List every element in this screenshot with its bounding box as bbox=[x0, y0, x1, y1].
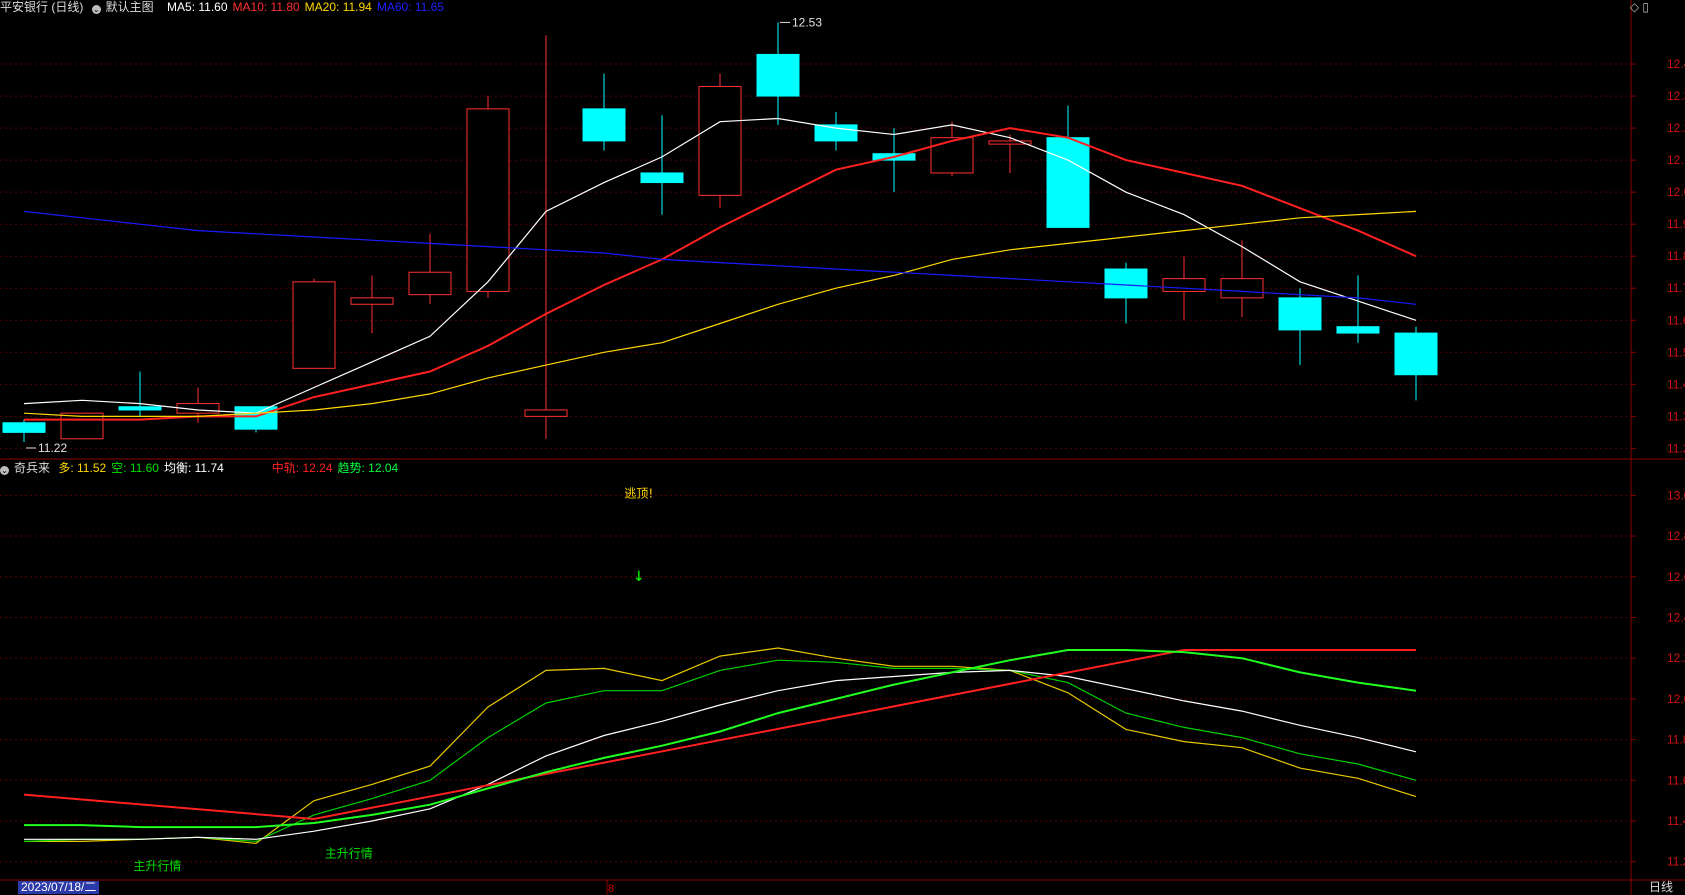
signal-label: 逃顶! bbox=[624, 486, 653, 500]
indicator-legend-item-4: 趋势: 12.04 bbox=[337, 461, 399, 475]
candle-down bbox=[1278, 297, 1322, 331]
indicator-legend-item-0: 多: 11.52 bbox=[58, 461, 107, 475]
sub-tick-label: 11.60 bbox=[1667, 773, 1685, 787]
main-series-line bbox=[23, 210, 1417, 417]
sub-tick-label: 12.00 bbox=[1667, 692, 1685, 706]
candle-up bbox=[524, 409, 568, 417]
sub-tick-label: 12.20 bbox=[1667, 651, 1685, 665]
main-series-line bbox=[23, 210, 1417, 305]
sub-tick-label: 12.80 bbox=[1667, 529, 1685, 543]
chart-canvas[interactable]: 8 11.20 11.30 11.40 11.50 11.60 11.70 11.80 11.9… bbox=[0, 0, 1685, 895]
main-tick-label: 11.30 bbox=[1667, 409, 1685, 423]
candle-down bbox=[756, 53, 800, 97]
candle-down bbox=[640, 172, 684, 184]
main-tick-label: 11.90 bbox=[1667, 217, 1685, 231]
sub-series-line bbox=[24, 669, 1417, 840]
ma-legend-item-3: MA60: 11.65 bbox=[376, 0, 444, 14]
time-axis-marker: 8 bbox=[608, 883, 614, 895]
sub-tick-label: 13.00 bbox=[1667, 488, 1685, 502]
price-extreme-label: 11.22 bbox=[38, 441, 67, 455]
maximize-icon[interactable]: ▯ bbox=[1642, 0, 1649, 14]
candle-down bbox=[1394, 332, 1438, 376]
indicator-header: ⌄ 奇兵来 多: 11.52 空: 11.60 均衡: 11.74 中轨: 12.24 趋… bbox=[0, 461, 408, 475]
main-tick-label: 11.70 bbox=[1667, 281, 1685, 295]
chart-template-label: 默认主图 bbox=[105, 0, 154, 14]
sub-tick-label: 11.40 bbox=[1667, 814, 1685, 828]
candle-down bbox=[1104, 268, 1148, 299]
indicator-legend-item-3: 中轨: 12.24 bbox=[271, 461, 333, 475]
ma-legend-item-2: MA20: 11.94 bbox=[304, 0, 372, 14]
candle-down bbox=[1336, 326, 1380, 334]
sub-series-line bbox=[23, 649, 1416, 821]
main-tick-label: 12.40 bbox=[1667, 57, 1685, 71]
main-tick-label: 12.20 bbox=[1667, 121, 1685, 135]
stock-name[interactable]: 平安银行 (日线) bbox=[0, 0, 83, 14]
price-extreme-label: 12.53 bbox=[792, 15, 822, 29]
candle-down bbox=[582, 108, 626, 142]
sub-tick-label: 12.40 bbox=[1667, 610, 1685, 624]
sub-tick-label: 11.20 bbox=[1667, 855, 1685, 869]
main-tick-label: 11.20 bbox=[1667, 441, 1685, 455]
indicator-legend: 多: 11.52 空: 11.60 均衡: 11.74 中轨: 12.24 趋势: 12… bbox=[58, 461, 403, 475]
main-tick-label: 12.10 bbox=[1667, 153, 1685, 167]
main-tick-label: 12.30 bbox=[1667, 89, 1685, 103]
sub-tick-label: 11.80 bbox=[1667, 733, 1685, 747]
candle-down bbox=[814, 124, 858, 142]
window-buttons: ◇ ▯ bbox=[1630, 0, 1649, 14]
sub-series-line bbox=[24, 649, 1417, 829]
candle-up bbox=[930, 137, 974, 174]
sub-series-line bbox=[24, 647, 1417, 845]
chart-template-selector[interactable]: ⌄ 默认主图 bbox=[91, 0, 159, 14]
candle-up bbox=[292, 281, 336, 369]
indicator-legend-item-1: 空: 11.60 bbox=[111, 461, 159, 475]
candle-down bbox=[1046, 137, 1090, 228]
signal-label: 主升行情 bbox=[133, 859, 181, 873]
sub-tick-label: 12.60 bbox=[1667, 570, 1685, 584]
sub-series-line bbox=[23, 659, 1417, 843]
candle-up bbox=[408, 271, 452, 296]
candle-down bbox=[234, 406, 278, 430]
indicator-name[interactable]: 奇兵来 bbox=[14, 461, 50, 475]
period-tab[interactable]: 日线 bbox=[1649, 881, 1673, 894]
ma-legend-item-0: MA5: 11.60 bbox=[167, 0, 228, 14]
main-tick-label: 11.40 bbox=[1667, 377, 1685, 391]
candle-up bbox=[698, 85, 742, 196]
indicator-legend-item-2: 均衡: 11.74 bbox=[163, 461, 224, 475]
signal-label: ↓ bbox=[633, 569, 645, 585]
candle-down bbox=[118, 406, 162, 411]
main-tick-label: 11.50 bbox=[1667, 345, 1685, 359]
signal-label: 主升行情 bbox=[325, 847, 373, 861]
date-cursor-label: 2023/07/18/二 bbox=[18, 881, 100, 894]
main-tick-label: 11.60 bbox=[1667, 313, 1685, 327]
settings-icon[interactable]: ⌄ bbox=[91, 5, 101, 14]
main-tick-label: 11.80 bbox=[1667, 249, 1685, 263]
ma-legend: MA5: 11.60 MA10: 11.80 MA20: 11.94 MA60: 11… bbox=[167, 0, 449, 14]
main-chart-header: 平安银行 (日线) ⌄ 默认主图 MA5: 11.60 MA10: 11.80 MA2… bbox=[0, 0, 454, 14]
candle-up bbox=[350, 297, 394, 305]
main-tick-label: 12.00 bbox=[1667, 185, 1685, 199]
ma-legend-item-1: MA10: 11.80 bbox=[232, 0, 300, 14]
indicator-settings-icon[interactable]: ⌄ bbox=[0, 466, 9, 475]
diamond-icon[interactable]: ◇ bbox=[1630, 0, 1639, 14]
candle-down bbox=[2, 422, 46, 433]
candle-up bbox=[60, 412, 104, 440]
candle-up bbox=[1220, 278, 1264, 299]
